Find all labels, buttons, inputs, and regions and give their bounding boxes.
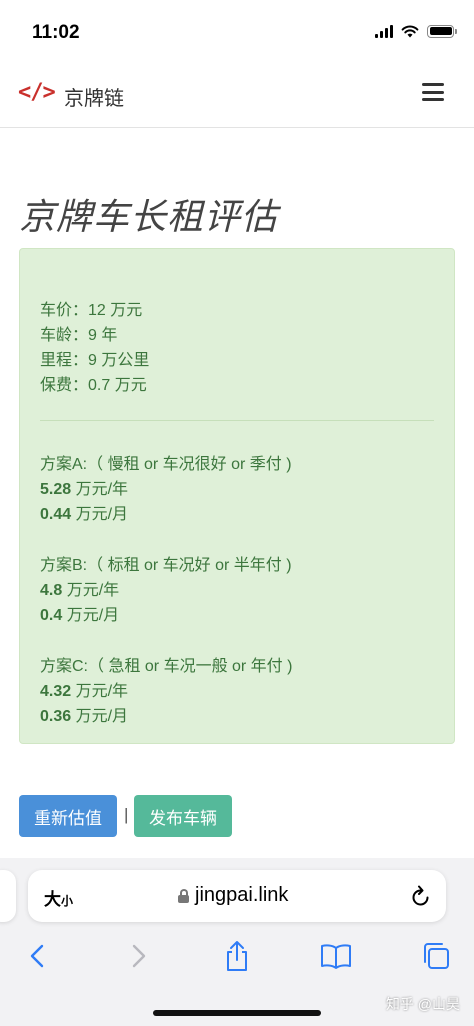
browser-toolbar: [0, 934, 474, 984]
reestimate-button[interactable]: 重新估值: [19, 795, 117, 837]
text-size-small: 小: [61, 894, 74, 908]
share-icon: [227, 941, 247, 971]
forward-button[interactable]: [124, 934, 154, 978]
plan-b-yearly-unit: 万元/年: [62, 582, 120, 599]
text-size-large: 大: [44, 890, 61, 909]
bookmarks-button[interactable]: [318, 934, 354, 978]
plan-b-yearly: 4.8 万元/年: [40, 576, 119, 600]
previous-tab-peek[interactable]: [0, 870, 16, 922]
wifi-icon: [401, 25, 419, 38]
plan-a-yearly: 5.28 万元/年: [40, 475, 128, 499]
plan-a-monthly: 0.44 万元/月: [40, 500, 128, 524]
spec-car-age: 车龄：9 年: [40, 327, 118, 344]
plan-a-monthly-value: 0.44: [40, 506, 72, 523]
reload-icon[interactable]: [410, 884, 432, 908]
hamburger-menu-icon[interactable]: [422, 83, 444, 101]
url-display[interactable]: jingpai.link: [178, 884, 288, 907]
button-separator: |: [124, 805, 129, 824]
watermark-text: 知乎 @山昊: [385, 996, 460, 1012]
address-bar[interactable]: 大小 jingpai.link: [28, 870, 446, 922]
spec-car-price: 车价：12 万元: [40, 302, 143, 319]
plan-b-label: 方案B:（ 标租 or 车况好 or 半年付 ): [40, 557, 292, 574]
plan-c-monthly-unit: 万元/月: [71, 708, 129, 725]
home-indicator[interactable]: [153, 1010, 321, 1016]
plan-a-monthly-unit: 万元/月: [71, 506, 129, 523]
tabs-icon: [424, 943, 449, 969]
plan-c-yearly: 4.32 万元/年: [40, 677, 128, 701]
plan-c-monthly-value: 0.36: [40, 708, 72, 725]
share-button[interactable]: [220, 934, 254, 978]
forward-icon: [132, 944, 146, 968]
status-bar: 11:02: [0, 0, 474, 64]
publish-vehicle-button[interactable]: 发布车辆: [134, 795, 232, 837]
plan-c-yearly-unit: 万元/年: [71, 683, 129, 700]
plan-b-monthly-unit: 万元/月: [62, 607, 120, 624]
status-time: 11:02: [32, 22, 80, 43]
divider: [40, 420, 434, 421]
url-text: jingpai.link: [195, 884, 289, 906]
plan-b-monthly: 0.4 万元/月: [40, 601, 119, 625]
spec-insurance: 保费：0.7 万元: [40, 377, 147, 394]
status-icons: [375, 24, 457, 38]
plan-b-yearly-value: 4.8: [40, 582, 63, 599]
plan-b-monthly-value: 0.4: [40, 607, 63, 624]
browser-chrome: 大小 jingpai.link 知乎 @山昊: [0, 858, 474, 1026]
plan-c-yearly-value: 4.32: [40, 683, 72, 700]
plan-a-yearly-unit: 万元/年: [71, 481, 129, 498]
cellular-signal-icon: [375, 24, 393, 38]
spec-mileage: 里程：9 万公里: [40, 352, 150, 369]
navbar: </> 京牌链: [0, 64, 474, 128]
plan-a-yearly-value: 5.28: [40, 481, 72, 498]
battery-icon: [427, 24, 457, 38]
page-title: 京牌车长租评估: [19, 196, 279, 237]
code-icon[interactable]: </>: [18, 80, 56, 105]
brand-name[interactable]: 京牌链: [64, 82, 124, 111]
bookmarks-icon: [321, 944, 351, 969]
tabs-button[interactable]: [418, 934, 454, 978]
plan-a-label: 方案A:（ 慢租 or 车况很好 or 季付 ): [40, 456, 292, 473]
plan-c-monthly: 0.36 万元/月: [40, 702, 128, 726]
lock-icon: [178, 888, 189, 903]
plan-c-label: 方案C:（ 急租 or 车况一般 or 年付 ): [40, 658, 293, 675]
valuation-panel: 车价：12 万元 车龄：9 年 里程：9 万公里 保费：0.7 万元 方案A:（…: [19, 248, 455, 744]
text-size-button[interactable]: 大小: [44, 885, 73, 910]
back-icon: [30, 944, 44, 968]
back-button[interactable]: [22, 934, 52, 978]
